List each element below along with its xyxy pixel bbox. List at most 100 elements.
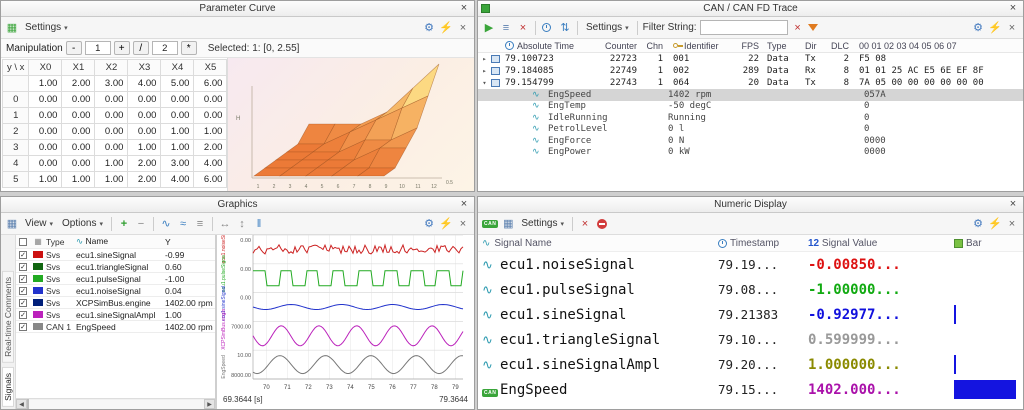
table-cell[interactable]: 0.00: [128, 108, 161, 124]
table-cell[interactable]: 0.00: [62, 124, 95, 140]
legend-row[interactable]: CAN 1EngSpeed1402.00 rpm: [16, 321, 215, 333]
options-dropdown[interactable]: Options▾: [59, 217, 106, 230]
numeric-row[interactable]: ∿ecu1.pulseSignal79.08...-1.00000...: [478, 277, 1023, 302]
trace-signal-row[interactable]: ∿PetrolLevel0 l0: [478, 124, 1023, 136]
row-header[interactable]: [3, 76, 29, 92]
table-cell[interactable]: 0.00: [161, 92, 194, 108]
waveform-plot[interactable]: 707172737475767778790.000.000.007000.001…: [217, 235, 474, 409]
row-header[interactable]: 0: [3, 92, 29, 108]
column-header[interactable]: X4: [161, 60, 194, 76]
table-cell[interactable]: 6.00: [194, 172, 227, 188]
tab-realtime-comments[interactable]: Real-time Comments: [2, 271, 14, 363]
table-cell[interactable]: 3.00: [95, 76, 128, 92]
signal-checkbox[interactable]: [19, 275, 27, 283]
table-cell[interactable]: 1.00: [29, 172, 62, 188]
signal-checkbox[interactable]: [19, 323, 27, 331]
tab-signals[interactable]: Signals: [2, 367, 14, 407]
row-header[interactable]: 3: [3, 140, 29, 156]
table-cell[interactable]: 1.00: [62, 172, 95, 188]
numeric-row[interactable]: CANEngSpeed79.15...1402.000...: [478, 377, 1023, 402]
table-cell[interactable]: 3.00: [161, 156, 194, 172]
gear-icon[interactable]: ⚙: [422, 21, 436, 35]
row-header[interactable]: 2: [3, 124, 29, 140]
lightning-icon[interactable]: ⚡: [988, 21, 1002, 35]
row-header[interactable]: 5: [3, 172, 29, 188]
color-swatch[interactable]: [33, 287, 43, 294]
scroll-lock-icon[interactable]: ≡: [499, 21, 513, 35]
lightning-icon[interactable]: ⚡: [988, 217, 1002, 231]
legend-row[interactable]: SvsXCPSimBus.engine1402.00 rpm: [16, 297, 215, 309]
table-cell[interactable]: 2.00: [128, 156, 161, 172]
table-cell[interactable]: 1.00: [95, 156, 128, 172]
color-swatch[interactable]: [33, 263, 43, 270]
scroll-thumb[interactable]: [27, 399, 29, 410]
table-cell[interactable]: 0.00: [194, 108, 227, 124]
signal-checkbox[interactable]: [19, 263, 27, 271]
start-icon[interactable]: ▶: [482, 21, 496, 35]
table-cell[interactable]: 0.00: [95, 92, 128, 108]
step-value-2[interactable]: 2: [152, 41, 178, 55]
table-cell[interactable]: 6.00: [194, 76, 227, 92]
filter-funnel-icon[interactable]: [808, 24, 818, 31]
chevron-right-icon[interactable]: ▸: [478, 55, 491, 63]
trace-column-headers[interactable]: Absolute Time Counter Chn Identifier FPS…: [478, 39, 1023, 53]
scroll-right-icon[interactable]: ▶: [204, 399, 215, 409]
remove-signal-icon[interactable]: −: [134, 217, 148, 231]
row-header[interactable]: 4: [3, 156, 29, 172]
column-header[interactable]: X0: [29, 60, 62, 76]
step-value-1[interactable]: 1: [85, 41, 111, 55]
table-cell[interactable]: 0.00: [62, 156, 95, 172]
zoom-h-icon[interactable]: ↔: [218, 217, 232, 231]
zoom-v-icon[interactable]: ↕: [235, 217, 249, 231]
detach-icon[interactable]: ×: [1005, 217, 1019, 231]
table-cell[interactable]: 0.00: [29, 140, 62, 156]
detach-icon[interactable]: ×: [456, 21, 470, 35]
legend-row[interactable]: Svsecu1.sineSignalAmpl1.00: [16, 309, 215, 321]
lightning-icon[interactable]: ⚡: [439, 217, 453, 231]
close-icon[interactable]: ×: [457, 2, 471, 15]
decrement-button[interactable]: -: [66, 41, 82, 55]
settings-dropdown[interactable]: Settings▾: [518, 217, 567, 230]
table-cell[interactable]: 1.00: [29, 76, 62, 92]
columns-icon[interactable]: ▦: [501, 217, 515, 231]
numeric-titlebar[interactable]: Numeric Display ×: [478, 197, 1023, 213]
table-row[interactable]: 10.000.000.000.000.000.00: [3, 108, 227, 124]
table-cell[interactable]: 0.00: [95, 108, 128, 124]
color-swatch[interactable]: [33, 299, 43, 306]
sort-arrows-icon[interactable]: ⇅: [558, 21, 572, 35]
legend-row[interactable]: Svsecu1.triangleSignal0.60: [16, 261, 215, 273]
table-row[interactable]: 30.000.000.001.001.002.00: [3, 140, 227, 156]
line-chart-icon[interactable]: ∿: [159, 217, 173, 231]
chevron-down-icon[interactable]: ▾: [478, 79, 491, 87]
table-cell[interactable]: 0.00: [62, 140, 95, 156]
view-dropdown[interactable]: View▾: [22, 217, 56, 230]
chevron-right-icon[interactable]: ▸: [478, 67, 491, 75]
clock-icon[interactable]: [541, 21, 555, 35]
table-cell[interactable]: 0.00: [194, 92, 227, 108]
trace-signal-row[interactable]: ∿EngPower0 kW0000: [478, 147, 1023, 159]
measure-icon[interactable]: ‖: [252, 217, 266, 231]
divide-button[interactable]: /: [133, 41, 149, 55]
table-cell[interactable]: 5.00: [161, 76, 194, 92]
legend-h-scrollbar[interactable]: ◀ ▶: [16, 398, 215, 409]
multiply-button[interactable]: *: [181, 41, 197, 55]
table-cell[interactable]: 0.00: [29, 156, 62, 172]
column-header[interactable]: X2: [95, 60, 128, 76]
signal-checkbox[interactable]: [19, 251, 27, 259]
color-swatch[interactable]: [33, 323, 43, 330]
gear-icon[interactable]: ⚙: [971, 21, 985, 35]
settings-dropdown[interactable]: Settings▾: [22, 21, 71, 34]
legend-row[interactable]: Svsecu1.sineSignal-0.99: [16, 249, 215, 261]
clear-icon[interactable]: ×: [516, 21, 530, 35]
table-cell[interactable]: 4.00: [194, 156, 227, 172]
table-cell[interactable]: 0.00: [29, 124, 62, 140]
stacked-chart-icon[interactable]: ≈: [176, 217, 190, 231]
parameter-table[interactable]: y \ xX0X1X2X3X4X51.002.003.004.005.006.0…: [2, 59, 227, 188]
graphics-titlebar[interactable]: Graphics ×: [1, 197, 474, 213]
stop-icon[interactable]: [595, 217, 609, 231]
numeric-row[interactable]: ∿ecu1.sineSignalAmpl79.20...1.000000...: [478, 352, 1023, 377]
legend-header[interactable]: ▦ Type ∿ Name Y: [16, 235, 215, 249]
table-cell[interactable]: 1.00: [128, 140, 161, 156]
column-header[interactable]: X5: [194, 60, 227, 76]
color-swatch[interactable]: [33, 251, 43, 258]
